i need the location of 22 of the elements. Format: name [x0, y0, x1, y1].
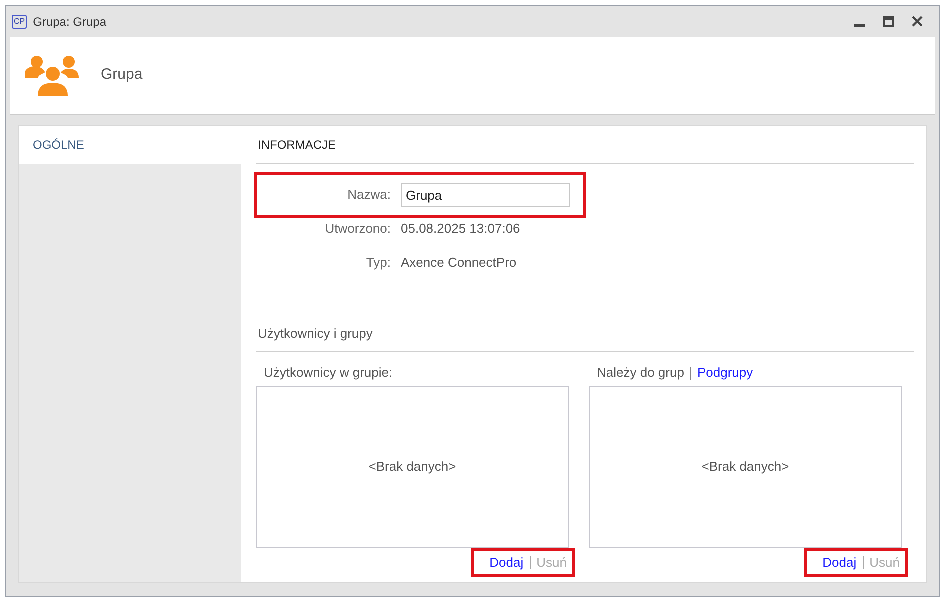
field-label: Nazwa: — [346, 186, 391, 204]
field-label: Typ: — [365, 254, 391, 272]
header-title: Grupa — [101, 65, 143, 86]
maximize-icon[interactable] — [883, 16, 894, 27]
list-tab[interactable]: Należy do grup — [597, 363, 684, 383]
action-link[interactable]: Dodaj — [822, 552, 857, 572]
section-heading: Użytkownicy i grupy — [258, 324, 373, 343]
close-icon[interactable] — [912, 16, 923, 27]
empty-message: <Brak danych> — [368, 458, 456, 476]
field-value: Axence ConnectPro — [401, 254, 517, 272]
field-label: Utworzono: — [324, 220, 391, 238]
app-badge: CP — [12, 14, 28, 28]
people-icon — [25, 54, 81, 98]
name-input-field[interactable]: Grupa — [401, 183, 570, 207]
action-link[interactable]: Dodaj — [490, 552, 524, 572]
field-value: 05.08.2025 13:07:06 — [401, 220, 520, 238]
window-title: Grupa: Grupa — [33, 14, 106, 30]
section-heading: INFORMACJE — [258, 137, 336, 154]
sidebar-item[interactable]: OGÓLNE — [19, 126, 241, 164]
list-tab[interactable]: Podgrupy — [697, 363, 754, 383]
list-tab[interactable]: Użytkownicy w grupie: — [264, 363, 393, 383]
empty-message: <Brak danych> — [702, 458, 790, 476]
